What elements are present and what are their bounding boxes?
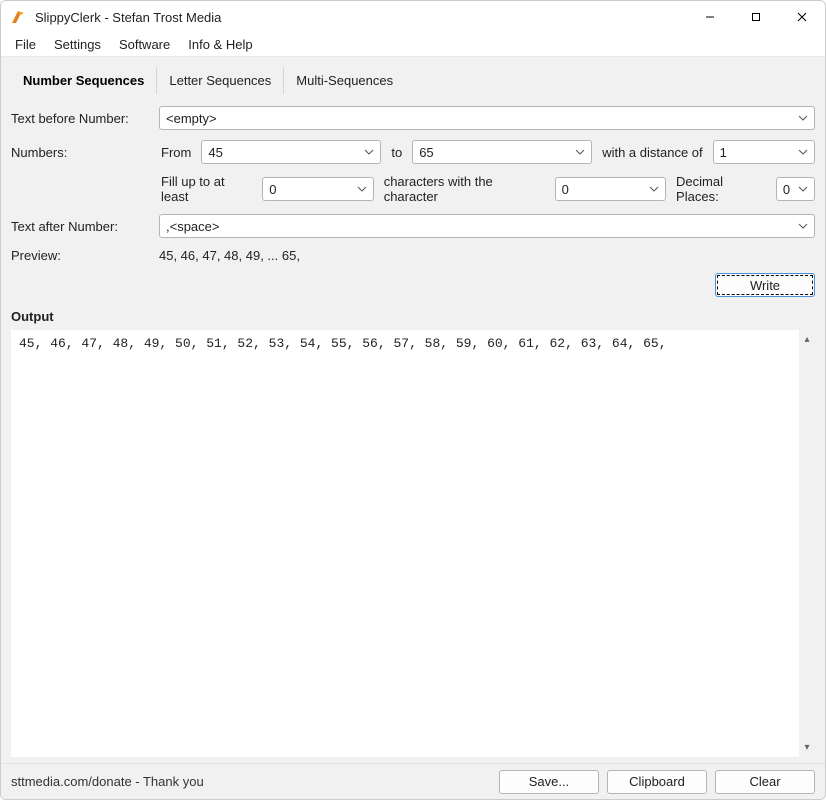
form-area: Text before Number: <empty> Numbers: Fro… xyxy=(1,100,825,273)
text-after-value: ,<space> xyxy=(166,219,220,234)
label-numbers: Numbers: xyxy=(11,145,151,160)
label-from: From xyxy=(159,145,193,160)
titlebar: SlippyClerk - Stefan Trost Media xyxy=(1,1,825,33)
statusbar: sttmedia.com/donate - Thank you Save... … xyxy=(1,763,825,799)
label-fill-up: Fill up to at least xyxy=(159,174,254,204)
label-output: Output xyxy=(1,305,825,330)
fill-char-field[interactable]: 0 xyxy=(555,177,666,201)
status-text: sttmedia.com/donate - Thank you xyxy=(11,774,491,789)
clipboard-button[interactable]: Clipboard xyxy=(607,770,707,794)
to-field[interactable]: 65 xyxy=(412,140,592,164)
menu-info[interactable]: Info & Help xyxy=(180,35,260,54)
chevron-down-icon xyxy=(798,223,808,229)
tab-letter-sequences[interactable]: Letter Sequences xyxy=(157,67,284,94)
from-field[interactable]: 45 xyxy=(201,140,381,164)
distance-field[interactable]: 1 xyxy=(713,140,815,164)
scroll-up-icon: ▴ xyxy=(804,334,809,345)
decimal-places-field[interactable]: 0 xyxy=(776,177,815,201)
tabs: Number Sequences Letter Sequences Multi-… xyxy=(1,57,825,100)
window-title: SlippyClerk - Stefan Trost Media xyxy=(35,10,221,25)
chevron-down-icon xyxy=(575,149,585,155)
text-before-field[interactable]: <empty> xyxy=(159,106,815,130)
minimize-button[interactable] xyxy=(687,1,733,33)
text-before-value: <empty> xyxy=(166,111,217,126)
text-after-field[interactable]: ,<space> xyxy=(159,214,815,238)
content: Number Sequences Letter Sequences Multi-… xyxy=(1,57,825,799)
distance-value: 1 xyxy=(720,145,727,160)
chevron-down-icon xyxy=(649,186,659,192)
maximize-button[interactable] xyxy=(733,1,779,33)
label-text-before: Text before Number: xyxy=(11,111,151,126)
label-to: to xyxy=(389,145,404,160)
chevron-down-icon xyxy=(798,149,808,155)
fill-up-value: 0 xyxy=(269,182,276,197)
from-value: 45 xyxy=(208,145,222,160)
output-text[interactable]: 45, 46, 47, 48, 49, 50, 51, 52, 53, 54, … xyxy=(11,330,799,757)
label-distance: with a distance of xyxy=(600,145,704,160)
preview-text: 45, 46, 47, 48, 49, ... 65, xyxy=(159,248,300,263)
menu-file[interactable]: File xyxy=(7,35,44,54)
menubar: File Settings Software Info & Help xyxy=(1,33,825,57)
label-preview: Preview: xyxy=(11,248,151,263)
output-area-wrap: 45, 46, 47, 48, 49, 50, 51, 52, 53, 54, … xyxy=(11,330,815,757)
decimal-places-value: 0 xyxy=(783,182,790,197)
clear-button[interactable]: Clear xyxy=(715,770,815,794)
chevron-down-icon xyxy=(798,186,808,192)
save-button[interactable]: Save... xyxy=(499,770,599,794)
window: SlippyClerk - Stefan Trost Media File Se… xyxy=(0,0,826,800)
tab-multi-sequences[interactable]: Multi-Sequences xyxy=(284,67,405,94)
label-text-after: Text after Number: xyxy=(11,219,151,234)
write-button[interactable]: Write xyxy=(715,273,815,297)
output-scrollbar[interactable]: ▴ ▾ xyxy=(799,330,815,757)
scroll-down-icon: ▾ xyxy=(804,742,809,753)
chevron-down-icon xyxy=(364,149,374,155)
label-chars-with: characters with the character xyxy=(382,174,547,204)
chevron-down-icon xyxy=(357,186,367,192)
label-decimal-places: Decimal Places: xyxy=(674,174,768,204)
chevron-down-icon xyxy=(798,115,808,121)
close-button[interactable] xyxy=(779,1,825,33)
app-icon xyxy=(9,8,27,26)
menu-software[interactable]: Software xyxy=(111,35,178,54)
fill-up-field[interactable]: 0 xyxy=(262,177,373,201)
to-value: 65 xyxy=(419,145,433,160)
fill-char-value: 0 xyxy=(562,182,569,197)
tab-number-sequences[interactable]: Number Sequences xyxy=(11,67,157,94)
menu-settings[interactable]: Settings xyxy=(46,35,109,54)
